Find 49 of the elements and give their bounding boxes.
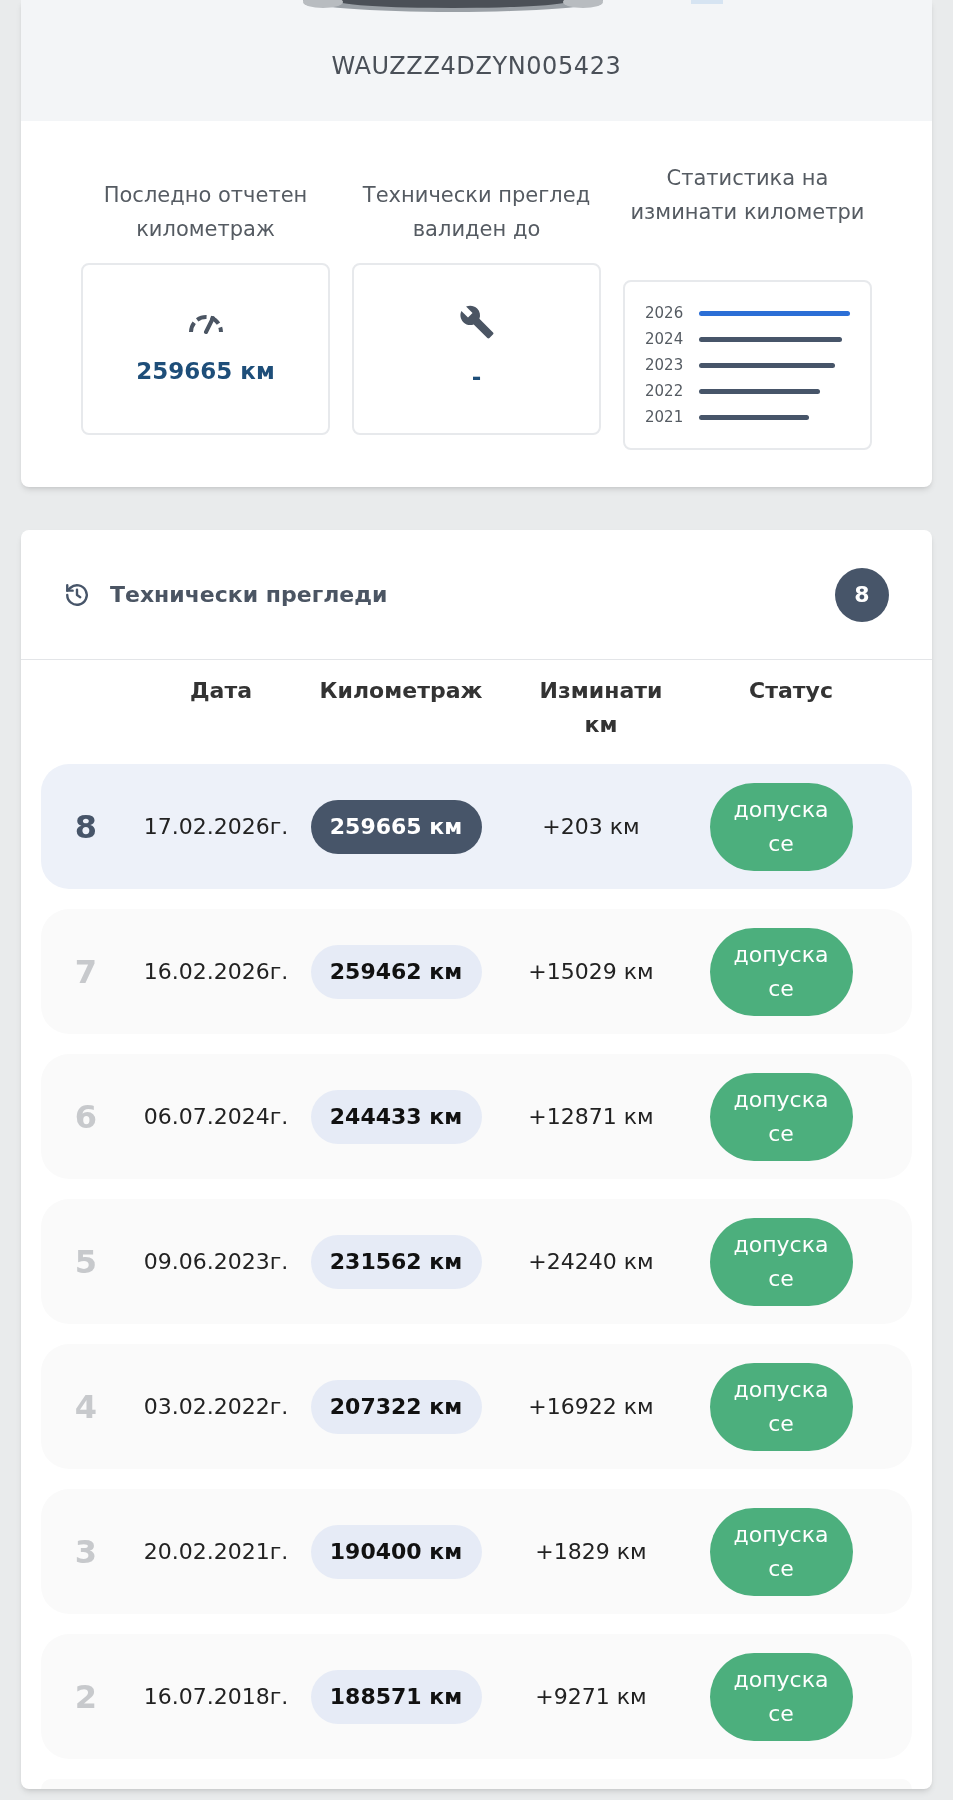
- date-cell-text: 06.07.2024г.: [143, 1103, 289, 1131]
- date-cell-text: 16.07.2018г.: [143, 1683, 289, 1711]
- status-badge: допуска се: [709, 1507, 853, 1596]
- mileage-pill: 259665 км: [310, 799, 482, 854]
- distance-cell-text: +9271 км: [535, 1683, 647, 1711]
- status-badge: допуска се: [709, 782, 853, 871]
- date-cell-text: 16.02.2026г.: [143, 958, 289, 986]
- mileage-pill: 207322 км: [310, 1379, 482, 1434]
- mileage-pill: 188571 км: [310, 1669, 482, 1724]
- year-label: 2026: [645, 302, 685, 324]
- status-badge: допуска се: [709, 1217, 853, 1306]
- count-badge: 8: [835, 567, 889, 622]
- wrench-icon: [458, 303, 495, 340]
- column-header: Статус: [749, 677, 833, 705]
- stat-value: 259665 км: [136, 356, 275, 386]
- distance-cell-text: +12871 км: [528, 1103, 654, 1131]
- column-header: Километраж: [319, 677, 483, 705]
- mileage-pill: 244433 км: [310, 1089, 482, 1144]
- history-icon: [64, 581, 90, 608]
- year-label: 2023: [645, 354, 685, 376]
- distance-cell-text: +203 км: [542, 813, 640, 841]
- stat-value: -: [471, 362, 482, 392]
- row-number: 8: [74, 806, 98, 848]
- year-label: 2021: [645, 406, 685, 428]
- status-badge: допуска се: [709, 1362, 853, 1451]
- date-cell-text: 09.06.2023г.: [143, 1248, 289, 1276]
- section-title: Технически прегледи: [110, 581, 388, 609]
- stat-label: Технически преглед валиден до: [361, 182, 592, 243]
- date-cell-text: 17.02.2026г.: [143, 813, 289, 841]
- mileage-pill: 231562 км: [310, 1234, 482, 1289]
- status-badge: допуска се: [709, 1072, 853, 1161]
- distance-cell-text: +1829 км: [535, 1538, 647, 1566]
- date-cell-text: 20.02.2021г.: [143, 1538, 289, 1566]
- column-header: Дата: [189, 677, 252, 705]
- column-header: Изминати км: [538, 677, 664, 739]
- status-badge: допуска се: [709, 927, 853, 1016]
- status-badge: допуска се: [709, 1652, 853, 1741]
- mileage-pill: 259462 км: [310, 944, 482, 999]
- mileage-pill: 190400 км: [310, 1524, 482, 1579]
- year-label: 2024: [645, 328, 685, 350]
- date-cell-text: 03.02.2022г.: [143, 1393, 289, 1421]
- vin-number: WAUZZZ4DZYN005423: [331, 51, 622, 82]
- distance-cell-text: +24240 км: [528, 1248, 654, 1276]
- stat-label: Последно отчетен километраж: [102, 182, 309, 243]
- distance-cell-text: +15029 км: [528, 958, 654, 986]
- stat-label: Статистика на изминати километри: [629, 165, 866, 226]
- distance-cell-text: +16922 км: [528, 1393, 654, 1421]
- table-row[interactable]: 8 17.02.2026г. 259665 км +203 км допуска се: [41, 764, 912, 889]
- year-label: 2022: [645, 380, 685, 402]
